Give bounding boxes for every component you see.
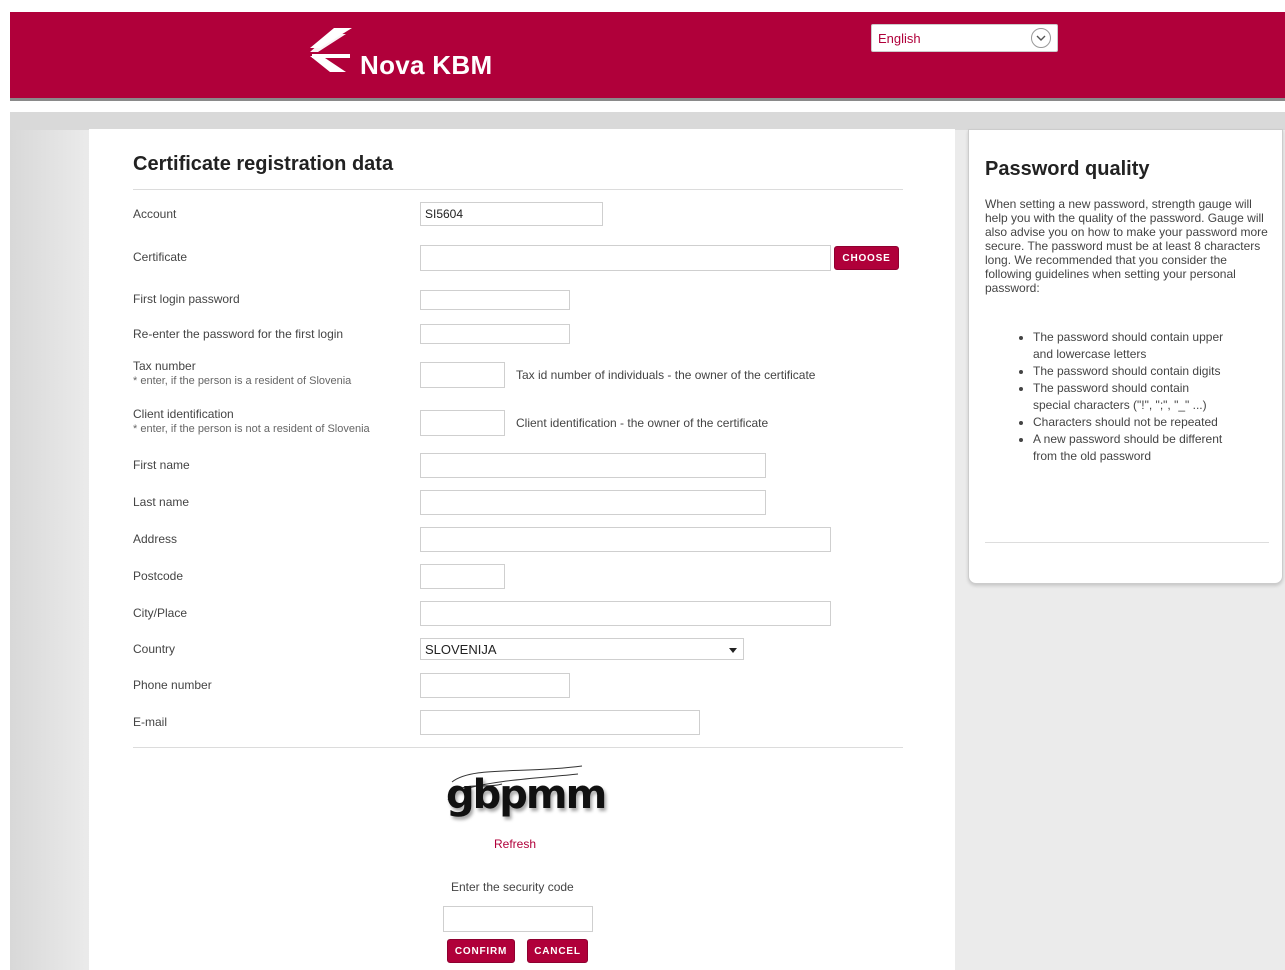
chevron-down-icon[interactable] <box>1031 28 1051 48</box>
password-quality-panel: Password quality When setting a new pass… <box>968 129 1283 584</box>
tax-number-hint: Tax id number of individuals - the owner… <box>516 368 816 382</box>
list-item: The password should contain upper and lo… <box>1033 329 1227 363</box>
security-code-input[interactable] <box>443 906 593 932</box>
brand-logo-icon[interactable] <box>306 14 358 74</box>
password-quality-intro: When setting a new password, strength ga… <box>985 197 1268 295</box>
account-input[interactable] <box>420 202 603 226</box>
country-selected-value: SLOVENIJA <box>425 642 497 657</box>
language-select[interactable]: English <box>871 24 1058 52</box>
form-title: Certificate registration data <box>133 153 394 175</box>
email-input[interactable] <box>420 710 700 735</box>
city-label: City/Place <box>133 606 188 620</box>
first-login-password-label: First login password <box>133 292 240 306</box>
tax-number-label: Tax number * enter, if the person is a r… <box>133 359 351 387</box>
header-bar <box>10 12 1285 100</box>
first-name-label: First name <box>133 458 190 472</box>
list-item: The password should contain digits <box>1033 363 1227 380</box>
language-selected-label: English <box>878 31 921 46</box>
email-label: E-mail <box>133 715 168 729</box>
divider <box>133 189 903 190</box>
divider <box>133 747 903 748</box>
refresh-captcha-link[interactable]: Refresh <box>494 837 536 851</box>
last-name-label: Last name <box>133 495 190 509</box>
choose-button[interactable]: CHOOSE <box>834 246 899 270</box>
reenter-password-label: Re-enter the password for the first logi… <box>133 327 344 341</box>
tax-number-input[interactable] <box>420 362 505 388</box>
tax-number-label-text: Tax number <box>133 359 196 373</box>
captcha-image: gbpmm <box>442 760 607 832</box>
last-name-input[interactable] <box>420 490 766 515</box>
password-guidelines-list: The password should contain upper and lo… <box>1017 329 1227 465</box>
brand-name: Nova KBM <box>360 50 493 80</box>
phone-label: Phone number <box>133 678 212 692</box>
address-input[interactable] <box>420 527 831 552</box>
list-item: A new password should be different from … <box>1033 431 1227 465</box>
client-id-label-text: Client identification <box>133 407 234 421</box>
reenter-password-input[interactable] <box>420 324 570 344</box>
list-item: The password should contain special char… <box>1033 380 1227 414</box>
page-background-top <box>10 112 1285 130</box>
confirm-button[interactable]: CONFIRM <box>447 939 515 963</box>
city-input[interactable] <box>420 601 831 626</box>
divider <box>985 542 1269 543</box>
certificate-input[interactable] <box>420 245 831 271</box>
client-id-note: * enter, if the person is not a resident… <box>133 423 370 435</box>
security-code-label: Enter the security code <box>451 880 574 894</box>
phone-input[interactable] <box>420 673 570 698</box>
address-label: Address <box>133 532 178 546</box>
cancel-button[interactable]: CANCEL <box>527 939 588 963</box>
country-label: Country <box>133 642 176 656</box>
first-name-input[interactable] <box>420 453 766 478</box>
postcode-label: Postcode <box>133 569 184 583</box>
tax-number-note: * enter, if the person is a resident of … <box>133 375 352 387</box>
header-divider <box>10 98 1285 101</box>
password-quality-title: Password quality <box>985 158 1150 180</box>
client-id-label: Client identification * enter, if the pe… <box>133 407 370 435</box>
captcha-text: gbpmm <box>446 772 607 818</box>
postcode-input[interactable] <box>420 564 505 589</box>
certificate-label: Certificate <box>133 250 188 264</box>
client-id-input[interactable] <box>420 410 505 436</box>
dropdown-arrow-icon <box>729 648 737 653</box>
first-login-password-input[interactable] <box>420 290 570 310</box>
country-select[interactable]: SLOVENIJA <box>420 638 744 660</box>
client-id-hint: Client identification - the owner of the… <box>516 416 769 430</box>
list-item: Characters should not be repeated <box>1033 414 1227 431</box>
account-label: Account <box>133 207 177 221</box>
